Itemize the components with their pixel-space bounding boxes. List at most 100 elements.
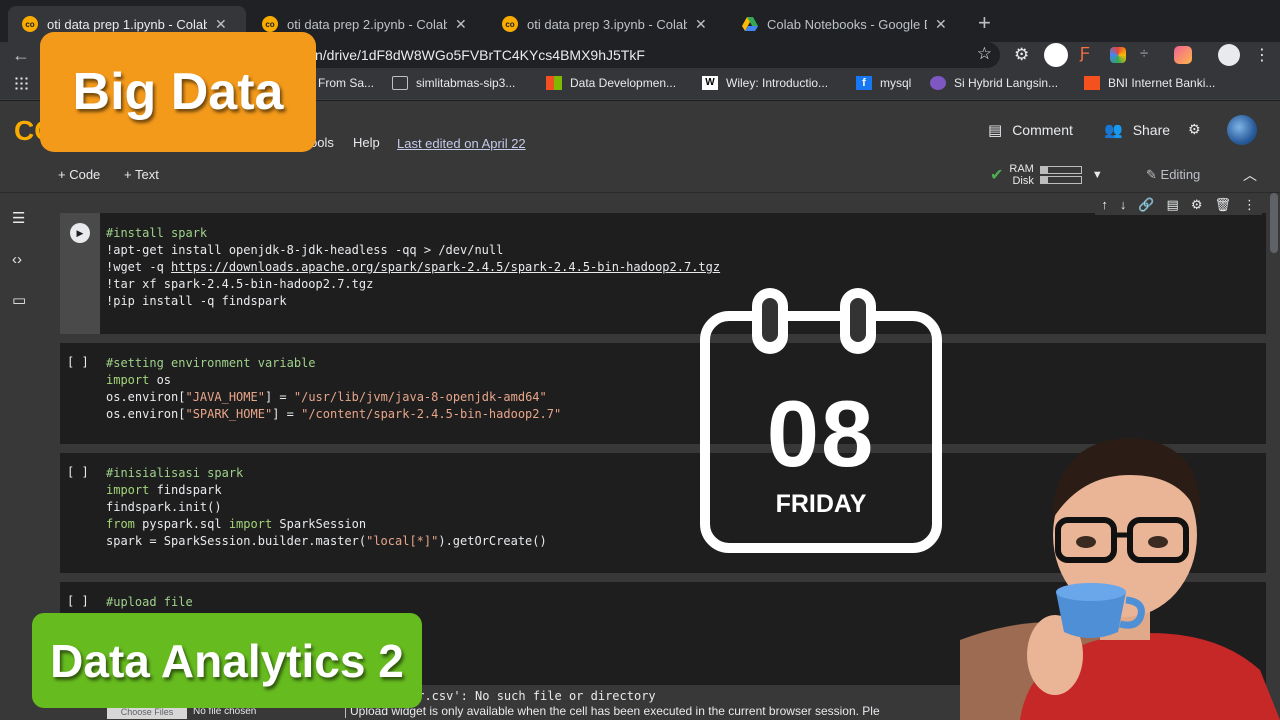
calendar-weekday: FRIDAY bbox=[775, 490, 867, 518]
tab-oti-data-prep-3[interactable]: co oti data prep 3.ipynb - Colabora ✕ bbox=[488, 6, 726, 42]
delete-icon[interactable]: 🗑 bbox=[1214, 197, 1231, 213]
check-icon: ✔ bbox=[990, 167, 1004, 184]
disk-label: Disk bbox=[1012, 175, 1034, 187]
code-token: from bbox=[106, 517, 135, 531]
colab-favicon-icon: co bbox=[502, 16, 518, 32]
hybrid-icon bbox=[930, 76, 946, 90]
run-cell-button[interactable]: ▶ bbox=[70, 223, 90, 243]
scrollbar[interactable] bbox=[1270, 193, 1278, 253]
ram-disk-indicator[interactable]: ✔ RAM Disk ▼ bbox=[990, 163, 1103, 187]
upload-widget-message: Upload widget is only available when the… bbox=[345, 704, 965, 718]
colab-favicon-icon: co bbox=[262, 16, 278, 32]
bookmark-item[interactable]: simlitabmas-sip3... bbox=[392, 76, 515, 90]
code-line: !pip install -q findspark bbox=[106, 293, 720, 310]
bookmark-item[interactable]: Data Developmen... bbox=[546, 76, 676, 90]
bookmark-item[interactable]: From Sa... bbox=[318, 76, 374, 90]
move-up-icon[interactable]: ↑ bbox=[1101, 197, 1108, 213]
code-token: #setting environment variable bbox=[106, 356, 316, 370]
calendar-graphic: 08 FRIDAY bbox=[700, 284, 942, 554]
cell-code[interactable]: #inisialisasi spark import findspark finds… bbox=[106, 465, 547, 550]
bookmark-item[interactable]: Si Hybrid Langsin... bbox=[930, 76, 1058, 90]
code-line: !apt-get install openjdk-8-jdk-headless … bbox=[106, 242, 720, 259]
wiley-icon: W bbox=[702, 76, 718, 90]
bookmark-item[interactable]: f mysql bbox=[856, 76, 911, 90]
apps-grid-icon[interactable] bbox=[14, 76, 36, 90]
code-token: import bbox=[106, 483, 150, 497]
share-button[interactable]: 👥 Share bbox=[1104, 121, 1170, 139]
close-icon[interactable]: ✕ bbox=[215, 16, 227, 33]
table-of-contents-icon[interactable]: ☰ bbox=[12, 209, 25, 227]
link-icon[interactable]: 🔗 bbox=[1138, 197, 1154, 213]
close-icon[interactable]: ✕ bbox=[455, 16, 467, 33]
code-token: ).getOrCreate() bbox=[438, 534, 547, 548]
bni-icon bbox=[1084, 76, 1100, 90]
code-line: os.environ["SPARK_HOME"] = "/content/spa… bbox=[106, 406, 561, 423]
close-icon[interactable]: ✕ bbox=[695, 16, 707, 33]
ram-label: RAM bbox=[1009, 163, 1034, 175]
instagram-extension-icon[interactable] bbox=[1174, 46, 1192, 64]
code-token: ] = bbox=[264, 390, 294, 404]
code-token: import bbox=[228, 517, 273, 531]
bookmark-item[interactable]: W Wiley: Introductio... bbox=[702, 76, 828, 90]
code-token: #upload file bbox=[106, 595, 193, 609]
code-token: "SPARK_HOME" bbox=[185, 407, 273, 421]
bookmark-item[interactable]: BNI Internet Banki... bbox=[1084, 76, 1215, 90]
code-line: import os bbox=[106, 372, 561, 389]
code-token: ] = bbox=[272, 407, 302, 421]
code-token: os.environ[ bbox=[106, 390, 186, 404]
cell-settings-icon[interactable]: ⚙ bbox=[1191, 197, 1203, 213]
more-icon[interactable]: ⋮ bbox=[1243, 197, 1256, 213]
code-token: pyspark.sql bbox=[134, 517, 229, 531]
add-text-button[interactable]: + Text bbox=[124, 167, 159, 182]
cell-code[interactable]: #setting environment variable import os os… bbox=[106, 355, 561, 423]
code-cell-install-spark[interactable]: ▶ #install spark !apt-get install openjdk… bbox=[60, 195, 1266, 334]
divider-extension-icon[interactable]: ÷ bbox=[1140, 45, 1160, 65]
comment-icon[interactable]: ▤ bbox=[1167, 197, 1179, 213]
add-code-button[interactable]: + Code bbox=[58, 167, 100, 182]
comment-icon: ▤ bbox=[988, 122, 1003, 139]
close-icon[interactable]: ✕ bbox=[935, 16, 947, 33]
code-token: !apt-get install openjdk-8-jdk-headless … bbox=[106, 243, 504, 257]
code-token: spark = SparkSession.builder.master( bbox=[106, 534, 367, 548]
menu-help[interactable]: Help bbox=[353, 135, 380, 150]
editing-mode-button[interactable]: ✎ Editing bbox=[1146, 167, 1200, 183]
code-token: os.environ[ bbox=[106, 407, 186, 421]
chevron-down-icon[interactable]: ▼ bbox=[1092, 169, 1103, 181]
code-token[interactable]: https://downloads.apache.org/spark/spark… bbox=[171, 260, 720, 274]
profile-circle-icon[interactable] bbox=[1044, 43, 1068, 67]
back-arrow-icon[interactable]: ← bbox=[12, 45, 30, 66]
code-token: findspark.init() bbox=[106, 500, 222, 514]
code-line: from pyspark.sql import SparkSession bbox=[106, 516, 547, 533]
new-tab-icon[interactable]: + bbox=[978, 10, 991, 36]
execution-count: [ ] bbox=[67, 465, 89, 479]
cell-tools: ↑ ↓ 🔗 ▤ ⚙ 🗑 ⋮ bbox=[1095, 195, 1262, 215]
code-snippets-icon[interactable]: ‹› bbox=[12, 251, 22, 268]
account-avatar-icon[interactable] bbox=[1218, 44, 1240, 66]
tab-label: oti data prep 2.ipynb - Colabora bbox=[287, 16, 447, 32]
user-avatar[interactable] bbox=[1227, 115, 1257, 145]
code-token: !pip install -q findspark bbox=[106, 294, 287, 308]
last-edited-link[interactable]: Last edited on April 22 bbox=[397, 136, 526, 151]
code-line: import findspark bbox=[106, 482, 547, 499]
code-line: #install spark bbox=[106, 225, 720, 242]
tab-label: oti data prep 1.ipynb - Colabora bbox=[47, 16, 207, 32]
move-down-icon[interactable]: ↓ bbox=[1120, 197, 1127, 213]
cell-code[interactable]: #upload file bbox=[106, 594, 193, 611]
cartoon-avatar-drinking-coffee bbox=[960, 420, 1280, 720]
extension-f-icon[interactable]: Ƒ bbox=[1080, 45, 1100, 65]
color-extension-icon[interactable] bbox=[1110, 47, 1126, 63]
code-token: "/usr/lib/jvm/java-8-openjdk-amd64" bbox=[293, 390, 547, 404]
cell-code[interactable]: #install spark !apt-get install openjdk-8… bbox=[106, 225, 720, 310]
bookmark-star-icon[interactable]: ☆ bbox=[977, 44, 992, 64]
code-line: spark = SparkSession.builder.master("loc… bbox=[106, 533, 547, 550]
browser-menu-icon[interactable]: ⋮ bbox=[1254, 45, 1274, 65]
tab-colab-notebooks-drive[interactable]: Colab Notebooks - Google Drive ✕ bbox=[728, 6, 966, 42]
collapse-header-icon[interactable]: ︿ bbox=[1243, 165, 1257, 185]
execution-count: [ ] bbox=[67, 355, 89, 369]
files-folder-icon[interactable]: ▭ bbox=[12, 291, 26, 309]
comment-button[interactable]: ▤ Comment bbox=[988, 121, 1073, 139]
settings-gear-icon[interactable]: ⚙ bbox=[1188, 121, 1201, 138]
pencil-icon: ✎ bbox=[1146, 167, 1157, 182]
gear-extension-icon[interactable]: ⚙ bbox=[1014, 45, 1034, 65]
error-output: er.csv': No such file or directory bbox=[410, 689, 656, 703]
